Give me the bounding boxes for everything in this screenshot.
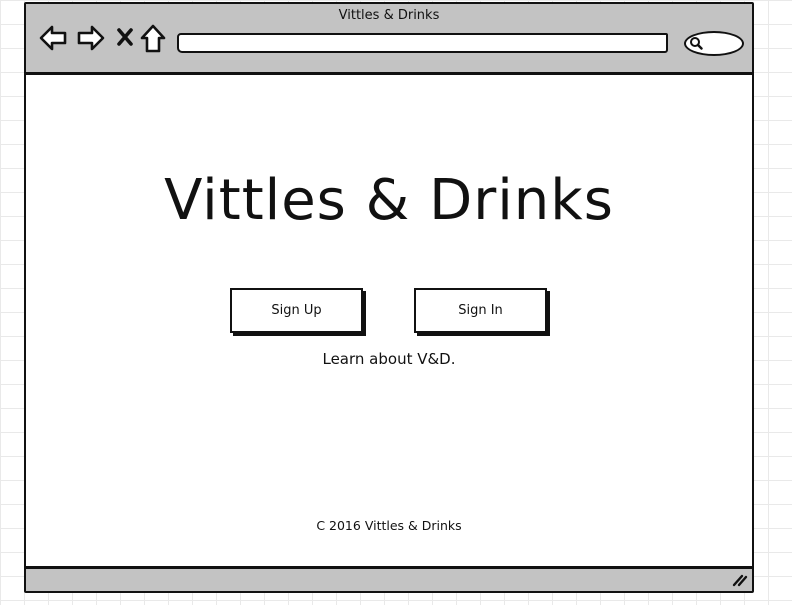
address-bar[interactable]	[177, 33, 668, 53]
resize-grip-icon[interactable]	[732, 572, 748, 591]
search-box[interactable]	[684, 31, 744, 56]
page-title: Vittles & Drinks	[164, 168, 614, 233]
close-x-icon[interactable]	[116, 27, 134, 51]
learn-about-link[interactable]: Learn about V&D.	[26, 350, 752, 368]
sign-up-button[interactable]: Sign Up	[230, 288, 363, 333]
browser-window: Vittles & Drinks Vittles & Drinks Sign U…	[24, 2, 754, 593]
window-title: Vittles & Drinks	[338, 8, 440, 23]
title-bar: Vittles & Drinks	[26, 4, 752, 75]
forward-arrow-icon[interactable]	[76, 24, 105, 56]
search-icon	[690, 37, 703, 50]
back-arrow-icon[interactable]	[39, 24, 68, 56]
sign-in-button[interactable]: Sign In	[414, 288, 547, 333]
footer-copyright: C 2016 Vittles & Drinks	[316, 518, 462, 533]
status-bar	[26, 566, 752, 591]
home-icon[interactable]	[140, 24, 166, 58]
page-content: Vittles & Drinks Sign Up Sign In Learn a…	[26, 75, 752, 566]
